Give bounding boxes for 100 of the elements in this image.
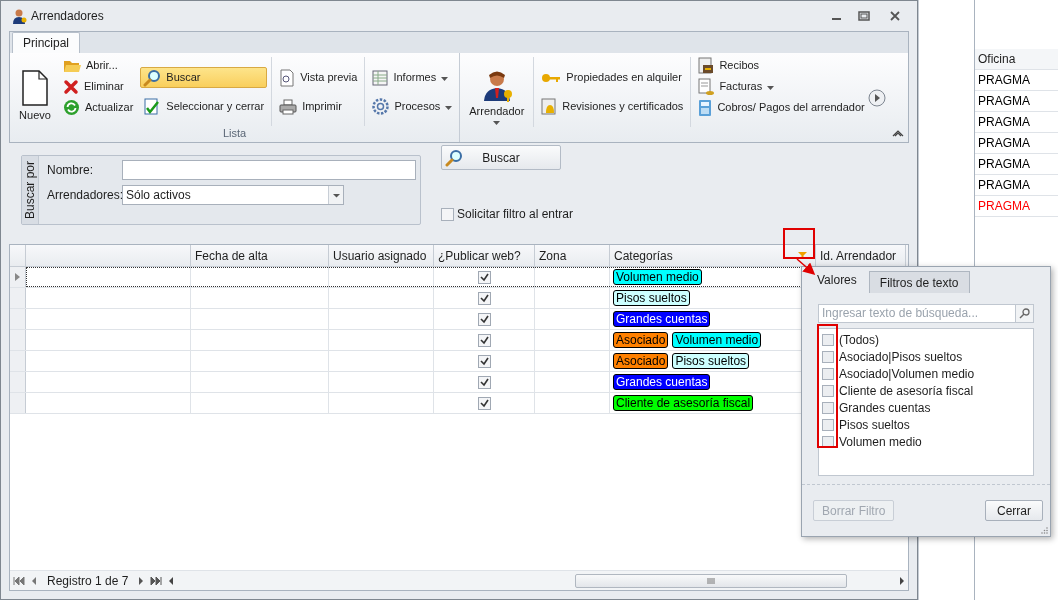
category-tag: Volumen medio [672, 332, 762, 348]
checklist-icon [143, 97, 162, 116]
category-tag: Asociado [613, 332, 669, 348]
popup-button[interactable]: Cerrar [985, 500, 1043, 521]
column-header[interactable]: Fecha de alta [191, 245, 329, 266]
column-header[interactable]: Usuario asignado [329, 245, 434, 266]
dropdown-field[interactable]: Sólo activos [122, 185, 344, 205]
caret-icon [332, 192, 340, 198]
column-header[interactable]: Oficina [975, 49, 1058, 70]
ribbon-button[interactable]: Imprimir [276, 96, 361, 117]
key-icon [541, 71, 562, 84]
name-field[interactable] [122, 160, 416, 180]
close-icon [888, 10, 903, 22]
table-cell: PRAGMA [975, 154, 1058, 175]
category-tag: Pisos sueltos [672, 353, 750, 369]
window-title: Arrendadores [31, 8, 104, 25]
field-label: Arrendadores: [47, 187, 122, 204]
spreadsheet-icon [372, 69, 389, 86]
table-cell: PRAGMA [975, 70, 1058, 91]
category-tag: Asociado [613, 353, 669, 369]
popup-tab[interactable]: Filtros de texto [868, 271, 970, 293]
arrow [796, 258, 816, 275]
checkbox-label: Solicitar filtro al entrar [457, 206, 574, 223]
row-indicator[interactable] [10, 372, 26, 392]
ribbon-button[interactable]: Actualizar [60, 97, 137, 118]
ribbon-button[interactable]: Propiedades en alquiler [538, 67, 687, 88]
minimize-icon [832, 18, 841, 20]
grip-icon [707, 577, 716, 584]
search-button[interactable]: Buscar [441, 145, 561, 170]
ribbon-button[interactable]: Abrir... [60, 55, 137, 76]
scroll-right-icon[interactable] [868, 89, 886, 107]
ribbon-button[interactable]: Arrendador [464, 67, 530, 127]
new-document-icon [19, 70, 51, 106]
search-icon [143, 68, 162, 87]
row-indicator[interactable] [10, 309, 26, 329]
checkbox[interactable] [441, 207, 454, 221]
record-counter: Registro 1 de 7 [46, 572, 130, 590]
resize-grip-icon[interactable] [1041, 527, 1048, 534]
row-indicator[interactable] [10, 267, 26, 287]
scroll-left-icon [167, 575, 176, 586]
category-tag: Grandes cuentas [613, 311, 711, 327]
category-tag: Cliente de asesoría fiscal [613, 395, 754, 411]
column-header[interactable]: ¿Publicar web? [434, 245, 535, 266]
receipt-icon [698, 57, 715, 74]
list-item[interactable]: Pisos sueltos [822, 416, 1033, 433]
ribbon-button[interactable]: Eliminar [60, 76, 137, 97]
delete-icon [63, 78, 79, 95]
list-item[interactable]: Grandes cuentas [822, 399, 1033, 416]
ribbon-button[interactable]: Cobros/ Pagos del arrendador [695, 97, 868, 118]
list-item[interactable]: Asociado|Pisos sueltos [822, 348, 1033, 365]
row-pointer-icon [15, 273, 20, 281]
ribbon-tab[interactable]: Principal [12, 32, 81, 53]
caret-icon [493, 118, 501, 126]
row-indicator[interactable] [10, 330, 26, 350]
ribbon-button[interactable]: Nuevo [14, 67, 56, 123]
print-preview-icon [279, 68, 296, 87]
list-item[interactable]: Volumen medio [822, 433, 1033, 450]
category-tag: Grandes cuentas [613, 374, 711, 390]
category-tag: Volumen medio [613, 269, 702, 285]
printer-icon [279, 98, 298, 115]
ribbon-button[interactable]: Seleccionar y cerrar [140, 96, 268, 117]
column-header[interactable]: Zona [535, 245, 610, 266]
gear-icon [372, 98, 390, 115]
collapse-icon[interactable] [892, 128, 904, 138]
ribbon-button[interactable]: Facturas [695, 76, 868, 97]
invoice-icon [698, 77, 715, 96]
ribbon-button[interactable]: Revisiones y certificados [538, 96, 687, 117]
last-record-icon[interactable] [150, 575, 163, 586]
bell-document-icon [541, 98, 558, 115]
scroll-right-icon [898, 575, 906, 586]
search-icon [1019, 308, 1030, 319]
row-indicator[interactable] [10, 351, 26, 371]
highlight-frame [783, 228, 815, 259]
ribbon-button[interactable]: Vista previa [276, 67, 361, 88]
row-indicator[interactable] [10, 288, 26, 308]
table-cell: PRAGMA [975, 112, 1058, 133]
group-caption: Buscar por [22, 161, 38, 219]
ribbon-button[interactable]: Procesos [369, 96, 456, 117]
calculator-icon [698, 98, 713, 117]
refresh-icon [63, 99, 80, 116]
search-icon [445, 148, 463, 167]
list-item[interactable]: Cliente de asesoría fiscal [822, 382, 1033, 399]
scrollbar-thumb[interactable] [575, 573, 848, 588]
ribbon-button[interactable]: Informes [369, 67, 456, 88]
field-label: Nombre: [47, 162, 94, 179]
filter-icon [798, 251, 807, 260]
row-indicator[interactable] [10, 393, 26, 413]
app-icon [11, 8, 27, 24]
ribbon-button[interactable]: Recibos [695, 55, 868, 76]
list-item[interactable]: Asociado|Volumen medio [822, 365, 1033, 382]
table-cell: PRAGMA [975, 175, 1058, 196]
category-tag: Pisos sueltos [613, 290, 690, 306]
list-item[interactable]: (Todos) [822, 331, 1033, 348]
table-cell: PRAGMA [975, 133, 1058, 154]
ribbon-button[interactable]: Buscar [140, 67, 268, 88]
group-label: Lista [223, 127, 247, 139]
maximize-icon [857, 10, 872, 22]
table-cell: PRAGMA [975, 196, 1058, 217]
table-cell: PRAGMA [975, 91, 1058, 112]
first-record-icon[interactable] [13, 575, 25, 586]
